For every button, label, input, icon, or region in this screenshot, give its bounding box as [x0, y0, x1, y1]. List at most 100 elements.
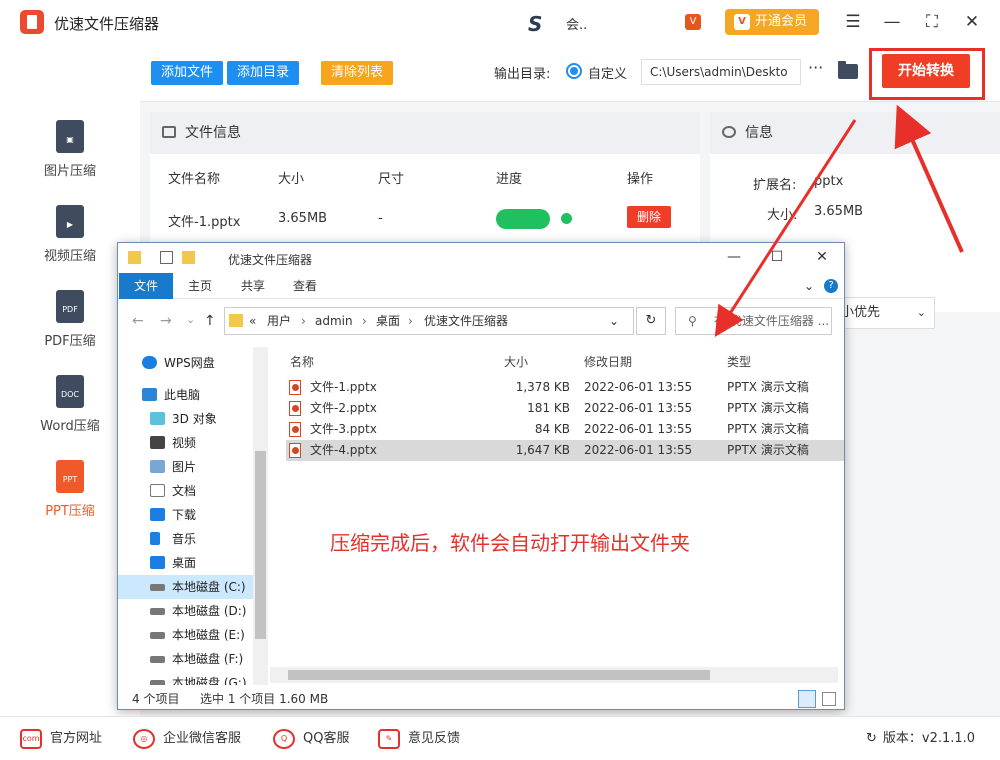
path-admin[interactable]: admin — [315, 308, 353, 334]
explorer-close-icon[interactable]: ✕ — [812, 249, 832, 265]
file-row[interactable]: 文件-1.pptx 1,378 KB 2022-06-01 13:55 PPTX… — [286, 377, 844, 398]
tree-item-downloads[interactable]: 下载 — [150, 503, 252, 527]
custom-output-label[interactable]: 自定义 — [588, 63, 627, 82]
user-name[interactable]: 会.. — [566, 14, 587, 33]
output-path-input[interactable]: C:\Users\admin\Deskto — [641, 59, 801, 85]
address-bar[interactable]: « 用户 › admin › 桌面 › 优速文件压缩器 ⌄ — [224, 307, 634, 335]
tree-item-wps[interactable]: WPS网盘 — [142, 351, 252, 375]
col-modified[interactable]: 修改日期 — [584, 353, 632, 370]
recent-locations-icon[interactable]: ⌄ — [186, 313, 195, 326]
open-vip-button[interactable]: V 开通会员 — [725, 9, 819, 35]
ext-label: 扩展名: — [753, 178, 797, 193]
explorer-maximize-icon[interactable]: ☐ — [767, 249, 787, 265]
file-row-type: PPTX 演示文稿 — [727, 422, 809, 436]
path-users[interactable]: 用户 — [267, 308, 291, 334]
file-row-selected[interactable]: 文件-4.pptx 1,647 KB 2022-06-01 13:55 PPTX… — [286, 440, 844, 461]
file-row-date: 2022-06-01 13:55 — [584, 443, 693, 457]
tab-share[interactable]: 共享 — [241, 273, 265, 299]
tree-scrollbar[interactable] — [253, 347, 268, 685]
app-logo-icon — [20, 10, 44, 34]
help-icon[interactable]: ? — [824, 279, 838, 293]
tree-item-drive-e[interactable]: 本地磁盘 (E:) — [150, 623, 252, 647]
minimize-icon[interactable]: — — [880, 10, 904, 34]
feedback-link[interactable]: ✎ 意见反馈 — [378, 729, 460, 749]
file-row[interactable]: 文件-3.pptx 84 KB 2022-06-01 13:55 PPTX 演示… — [286, 419, 844, 440]
search-placeholder: 在 优速文件压缩器 ... — [714, 314, 830, 328]
file-row-size: 1,647 KB — [515, 443, 570, 457]
details-view-icon[interactable] — [798, 690, 816, 708]
tree-item-music[interactable]: 音乐 — [150, 527, 252, 551]
col-size: 大小 — [278, 172, 305, 187]
add-file-button[interactable]: 添加文件 — [151, 61, 223, 85]
tab-view[interactable]: 查看 — [293, 273, 317, 299]
col-size[interactable]: 大小 — [504, 353, 528, 370]
path-overflow[interactable]: « — [249, 308, 256, 334]
picture-icon — [150, 460, 165, 473]
title-bar: 优速文件压缩器 S 会.. V V 开通会员 ☰ — ⛶ ✕ — [0, 0, 1000, 44]
feedback-icon: ✎ — [378, 729, 400, 749]
tree-item-this-pc[interactable]: 此电脑 — [142, 383, 252, 407]
priority-select[interactable]: 小优先 ⌄ — [835, 297, 935, 329]
delete-button[interactable]: 删除 — [627, 206, 671, 228]
file-row[interactable]: 文件-2.pptx 181 KB 2022-06-01 13:55 PPTX 演… — [286, 398, 844, 419]
pptx-icon — [289, 380, 301, 395]
footer: com 官方网址 ◎ 企业微信客服 Q QQ客服 ✎ 意见反馈 ↻ 版本：v2.1.1.0 — [0, 716, 1000, 760]
ribbon-tabs: 文件 主页 共享 查看 ⌄ ? — [118, 273, 844, 299]
wechat-service-link[interactable]: ◎ 企业微信客服 — [133, 729, 241, 749]
file-explorer-window: 优速文件压缩器 — ☐ ✕ 文件 主页 共享 查看 ⌄ ? ← → ⌄ ↑ « … — [117, 242, 845, 710]
path-app-folder[interactable]: 优速文件压缩器 — [424, 308, 508, 334]
tree-item-drive-d[interactable]: 本地磁盘 (D:) — [150, 599, 252, 623]
size-value: 3.65MB — [814, 204, 864, 219]
refresh-icon[interactable]: ↻ — [636, 307, 666, 335]
file-row-date: 2022-06-01 13:55 — [584, 401, 693, 415]
file-list-scrollbar-thumb[interactable] — [288, 670, 710, 680]
back-icon[interactable]: ← — [132, 313, 144, 329]
menu-icon[interactable]: ☰ — [841, 10, 865, 34]
user-avatar-icon[interactable]: S — [528, 12, 558, 36]
clear-list-button[interactable]: 清除列表 — [321, 61, 393, 85]
col-name[interactable]: 名称 — [290, 353, 314, 370]
website-link[interactable]: com 官方网址 — [20, 729, 102, 749]
add-directory-button[interactable]: 添加目录 — [227, 61, 299, 85]
tree-item-videos[interactable]: 视频 — [150, 431, 252, 455]
path-desktop[interactable]: 桌面 — [376, 308, 400, 334]
close-icon[interactable]: ✕ — [960, 10, 984, 34]
new-folder-icon[interactable] — [182, 251, 195, 264]
tree-item-3d[interactable]: 3D 对象 — [150, 407, 252, 431]
custom-output-radio[interactable] — [566, 63, 582, 79]
qq-service-link[interactable]: Q QQ客服 — [273, 729, 349, 749]
vip-badge-icon[interactable]: V — [685, 14, 701, 30]
collapse-ribbon-icon[interactable]: ⌄ — [804, 273, 814, 299]
navigation-tree: WPS网盘 此电脑 3D 对象 视频 图片 文档 下载 音乐 桌面 本地磁盘 (… — [118, 347, 268, 685]
tree-scrollbar-thumb[interactable] — [255, 451, 266, 639]
forward-icon[interactable]: → — [160, 313, 172, 329]
drive-icon — [150, 680, 165, 685]
tree-item-drive-g[interactable]: 本地磁盘 (G:) — [150, 671, 252, 685]
file-row-name: 文件-4.pptx — [310, 443, 377, 457]
col-type[interactable]: 类型 — [727, 353, 751, 370]
up-icon[interactable]: ↑ — [204, 313, 216, 329]
col-dimension: 尺寸 — [378, 172, 405, 187]
tree-item-drive-f[interactable]: 本地磁盘 (F:) — [150, 647, 252, 671]
tab-file[interactable]: 文件 — [119, 273, 173, 299]
pptx-icon — [289, 443, 301, 458]
file-row-name: 文件-1.pptx — [310, 380, 377, 394]
explorer-minimize-icon[interactable]: — — [724, 249, 744, 265]
chevron-down-icon[interactable]: ⌄ — [609, 308, 619, 334]
properties-icon[interactable] — [160, 251, 173, 264]
status-item-count: 4 个项目 — [132, 692, 180, 706]
tree-item-drive-c[interactable]: 本地磁盘 (C:) — [118, 575, 253, 599]
open-folder-icon[interactable] — [838, 61, 858, 79]
tree-item-documents[interactable]: 文档 — [150, 479, 252, 503]
file-row-type: PPTX 演示文稿 — [727, 380, 809, 394]
browse-more-button[interactable]: ··· — [808, 58, 823, 77]
tab-home[interactable]: 主页 — [188, 273, 212, 299]
sidebar-item-image[interactable]: ▣ 图片压缩 — [0, 120, 140, 204]
tree-item-desktop[interactable]: 桌面 — [150, 551, 252, 575]
file-list-scrollbar[interactable] — [270, 667, 838, 683]
tree-item-pictures[interactable]: 图片 — [150, 455, 252, 479]
maximize-icon[interactable]: ⛶ — [920, 10, 944, 34]
large-icons-view-icon[interactable] — [822, 692, 836, 706]
search-input[interactable]: ⚲ 在 优速文件压缩器 ... — [675, 307, 832, 335]
search-icon: ⚲ — [688, 314, 697, 328]
